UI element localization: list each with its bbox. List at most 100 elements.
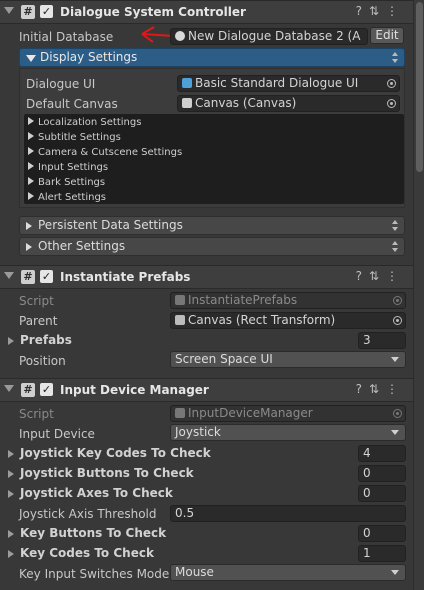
object-picker-icon (393, 409, 402, 418)
position-dropdown[interactable]: Screen Space UI (170, 351, 406, 368)
position-label: Position (19, 354, 66, 368)
collapsed-arrow-icon (28, 132, 34, 140)
header-icons: ?⇅⋮ (356, 4, 405, 18)
key-codes-label[interactable]: Key Codes To Check (20, 546, 154, 560)
scrollbar-track[interactable] (413, 0, 424, 590)
presets-icon[interactable]: ⇅ (369, 4, 386, 18)
prefabs-foldout-icon[interactable] (8, 337, 14, 345)
persistent-data-foldout[interactable]: Persistent Data Settings (19, 216, 405, 235)
parent-field[interactable]: Canvas (Rect Transform) (170, 312, 406, 329)
dialogue-ui-label: Dialogue UI (26, 77, 96, 91)
context-menu-icon[interactable]: ⋮ (386, 4, 405, 18)
foldout-icon[interactable] (8, 490, 14, 498)
sub-camera[interactable]: Camera & Cutscene Settings (28, 145, 402, 160)
joystick-axes-field[interactable]: 0 (358, 485, 406, 502)
foldout-icon[interactable] (8, 550, 14, 558)
joystick-key-codes-field[interactable]: 4 (358, 445, 406, 462)
collapsed-arrow-icon (26, 222, 32, 230)
rect-transform-icon (175, 315, 185, 325)
script-field: InstantiatePrefabs (170, 292, 406, 309)
script-icon: # (21, 5, 35, 19)
header-icons: ?⇅⋮ (356, 382, 405, 396)
collapsed-arrow-icon (28, 162, 34, 170)
help-icon[interactable]: ? (356, 382, 369, 396)
sub-subtitle[interactable]: Subtitle Settings (28, 130, 402, 145)
enabled-checkbox[interactable]: ✓ (40, 383, 53, 396)
prefabs-size-field[interactable]: 3 (358, 332, 406, 349)
help-icon[interactable]: ? (356, 4, 369, 18)
display-settings-label: Display Settings (40, 50, 138, 64)
canvas-icon (182, 98, 192, 108)
foldout-icon[interactable] (8, 450, 14, 458)
joystick-axis-threshold-label: Joystick Axis Threshold (19, 507, 157, 521)
sub-bark[interactable]: Bark Settings (28, 175, 402, 190)
reorder-icon (392, 52, 398, 63)
prefabs-label[interactable]: Prefabs (20, 333, 72, 347)
collapsed-arrow-icon (28, 177, 34, 185)
reorder-icon (392, 241, 398, 252)
default-canvas-field[interactable]: Canvas (Canvas) (177, 95, 400, 112)
sub-input[interactable]: Input Settings (28, 160, 402, 175)
reorder-icon (392, 220, 398, 231)
display-settings-foldout[interactable]: Display Settings (19, 48, 405, 67)
dsc-header[interactable]: # ✓ Dialogue System Controller ?⇅⋮ (0, 0, 413, 24)
parent-label: Parent (19, 314, 58, 328)
joystick-axes-label[interactable]: Joystick Axes To Check (20, 486, 173, 500)
joystick-buttons-label[interactable]: Joystick Buttons To Check (20, 466, 194, 480)
key-codes-field[interactable]: 1 (358, 545, 406, 562)
key-buttons-field[interactable]: 0 (358, 525, 406, 542)
object-picker-icon[interactable] (387, 79, 396, 88)
context-menu-icon[interactable]: ⋮ (386, 382, 405, 396)
foldout-arrow-icon[interactable] (4, 385, 14, 392)
collapsed-arrow-icon (26, 243, 32, 251)
component-title: Dialogue System Controller (60, 5, 246, 19)
collapsed-arrow-icon (28, 147, 34, 155)
foldout-arrow-icon[interactable] (4, 7, 14, 14)
collapsed-arrow-icon (28, 192, 34, 200)
script-label: Script (19, 294, 54, 308)
collapsed-arrow-icon (28, 117, 34, 125)
instantiate-header[interactable]: # ✓ Instantiate Prefabs ?⇅⋮ (0, 265, 413, 289)
script-icon: # (21, 383, 35, 397)
initial-database-field[interactable]: New Dialogue Database 2 (A (170, 28, 368, 45)
joystick-axis-threshold-field[interactable]: 0.5 (170, 505, 406, 522)
foldout-arrow-icon[interactable] (4, 272, 14, 279)
object-picker-icon[interactable] (387, 99, 396, 108)
component-title: Input Device Manager (60, 383, 209, 397)
object-picker-icon (393, 296, 402, 305)
component-title: Instantiate Prefabs (60, 270, 191, 284)
key-buttons-label[interactable]: Key Buttons To Check (20, 526, 166, 540)
chevron-down-icon (391, 430, 399, 435)
presets-icon[interactable]: ⇅ (369, 382, 386, 396)
context-menu-icon[interactable]: ⋮ (386, 269, 405, 283)
chevron-down-icon (391, 570, 399, 575)
other-settings-foldout[interactable]: Other Settings (19, 237, 405, 256)
joystick-key-codes-label[interactable]: Joystick Key Codes To Check (20, 446, 211, 460)
key-input-switches-label: Key Input Switches Mode T (19, 567, 181, 581)
idm-header[interactable]: # ✓ Input Device Manager ?⇅⋮ (0, 378, 413, 402)
foldout-icon[interactable] (8, 530, 14, 538)
scrollbar-thumb[interactable] (416, 2, 423, 172)
expanded-arrow-icon (26, 55, 36, 62)
foldout-icon[interactable] (8, 470, 14, 478)
sub-localization[interactable]: Localization Settings (28, 115, 402, 130)
chevron-down-icon (391, 357, 399, 362)
input-device-label: Input Device (19, 427, 95, 441)
help-icon[interactable]: ? (356, 269, 369, 283)
default-canvas-label: Default Canvas (26, 97, 118, 111)
sub-alert[interactable]: Alert Settings (28, 190, 402, 205)
joystick-buttons-field[interactable]: 0 (358, 465, 406, 482)
script-label: Script (19, 407, 54, 421)
database-icon (175, 31, 185, 41)
prefab-icon (182, 78, 192, 88)
edit-button[interactable]: Edit (370, 27, 404, 44)
initial-database-label: Initial Database (19, 30, 114, 44)
dialogue-ui-field[interactable]: Basic Standard Dialogue UI (177, 75, 400, 92)
input-device-dropdown[interactable]: Joystick (170, 424, 406, 441)
key-input-switches-dropdown[interactable]: Mouse (170, 564, 406, 581)
enabled-checkbox[interactable]: ✓ (40, 270, 53, 283)
enabled-checkbox[interactable]: ✓ (40, 5, 53, 18)
object-picker-icon[interactable] (393, 316, 402, 325)
header-icons: ?⇅⋮ (356, 269, 405, 283)
presets-icon[interactable]: ⇅ (369, 269, 386, 283)
